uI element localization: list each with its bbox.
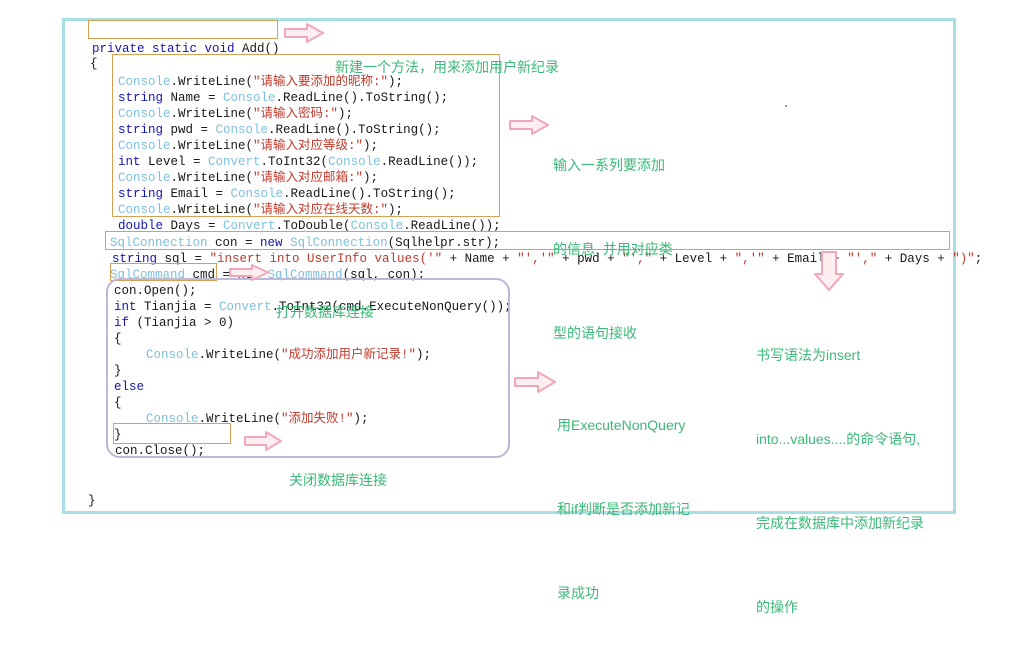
annotation-open-db: 打开数据库连接	[276, 262, 374, 342]
arrow-right-icon	[283, 22, 325, 44]
annotation-new-method: 新建一个方法，用来添加用户新纪录	[335, 17, 559, 97]
highlight-con-close	[113, 423, 231, 444]
annotation-close-db: 关闭数据库连接	[289, 430, 387, 510]
code-line: }	[88, 493, 96, 509]
code-token: ")"	[952, 252, 975, 266]
annotation-line: 用ExecuteNonQuery	[557, 417, 686, 433]
arrow-right-icon	[228, 263, 270, 282]
annotation-line: 书写语法为insert	[756, 347, 861, 363]
annotation-line: 关闭数据库连接	[289, 472, 387, 488]
code-token: + Name +	[442, 252, 518, 266]
highlight-sql-string	[105, 231, 950, 250]
code-token: ",'"	[734, 252, 765, 266]
annotation-line: 型的语句接收	[553, 325, 637, 341]
annotation-execute-nonquery: 用ExecuteNonQuery 和if判断是否添加新记 录成功	[557, 355, 690, 635]
arrow-right-icon	[513, 370, 557, 394]
annotation-line: into...values....的命令语句,	[756, 431, 921, 447]
annotation-line: 录成功	[557, 585, 599, 601]
code-token: ;	[974, 252, 983, 266]
arrow-right-icon	[508, 114, 550, 136]
code-token: + Days +	[877, 252, 953, 266]
annotation-line: 输入一系列要添加	[553, 157, 665, 173]
annotation-line: 的信息, 并用对应类	[553, 241, 673, 257]
annotation-line: 完成在数据库中添加新纪录	[756, 515, 924, 531]
annotation-input-series: 输入一系列要添加 的信息, 并用对应类 型的语句接收	[553, 95, 673, 375]
annotation-insert-syntax: 书写语法为insert into...values....的命令语句, 完成在数…	[756, 285, 924, 649]
annotation-line: 和if判断是否添加新记	[557, 501, 690, 517]
code-token: "',"	[847, 252, 878, 266]
highlight-method-signature	[88, 20, 278, 39]
code-token: {	[90, 57, 98, 71]
code-token: "','"	[517, 252, 555, 266]
arrow-right-icon	[243, 430, 283, 452]
annotation-line: 打开数据库连接	[276, 304, 374, 320]
annotation-line: 的操作	[756, 599, 798, 615]
code-token: }	[88, 494, 96, 508]
code-line: {	[90, 56, 98, 72]
annotation-line: 新建一个方法，用来添加用户新纪录	[335, 59, 559, 75]
stray-speck	[785, 105, 787, 107]
